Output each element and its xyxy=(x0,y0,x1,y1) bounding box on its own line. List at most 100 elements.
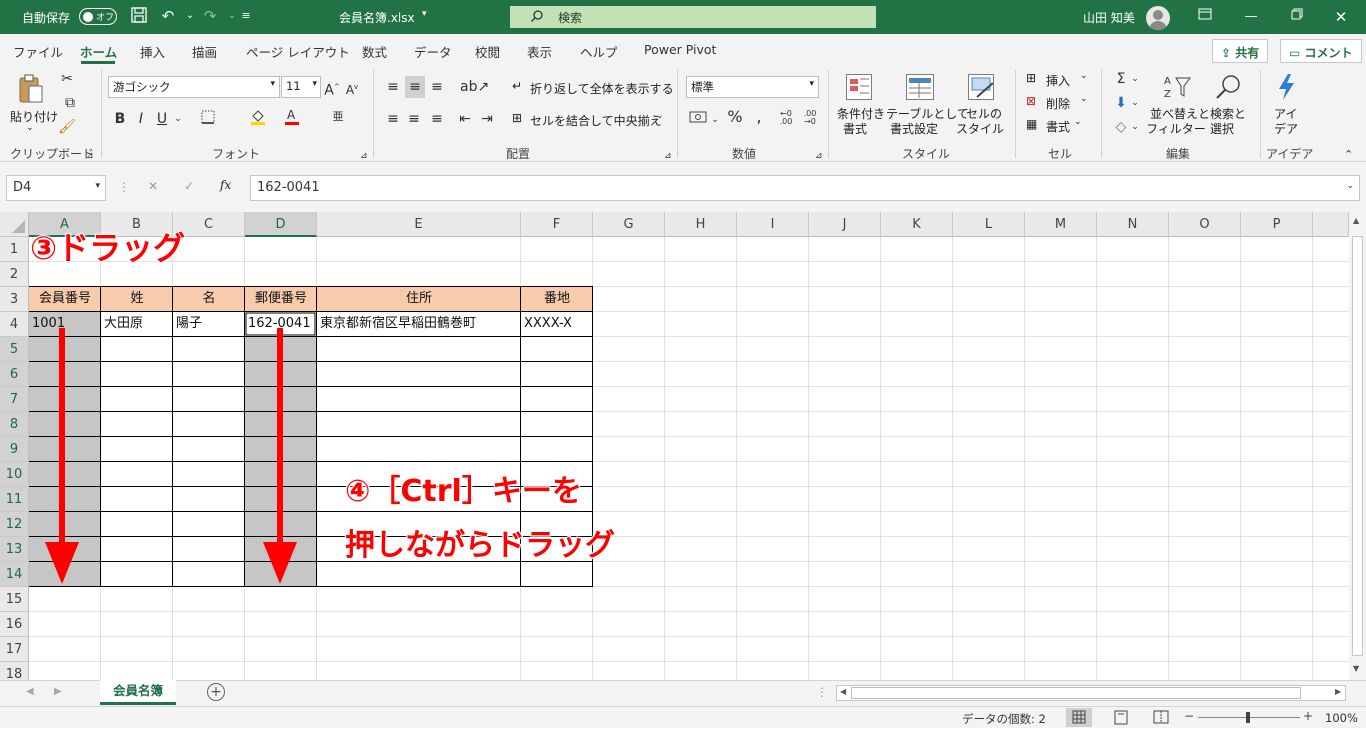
sheet-tab-members[interactable]: 会員名簿 xyxy=(100,680,176,705)
restore-icon[interactable] xyxy=(1282,6,1312,28)
increase-decimal-icon[interactable]: ←0.00 xyxy=(776,110,796,126)
italic-icon[interactable]: I xyxy=(133,110,149,128)
tab-power-pivot[interactable]: Power Pivot xyxy=(644,42,716,57)
align-top-icon[interactable]: ≡ xyxy=(384,78,402,96)
align-bottom-icon[interactable]: ≡ xyxy=(428,78,446,96)
horizontal-scrollbar[interactable]: ◀ ▶ xyxy=(836,685,1346,701)
scroll-right-icon[interactable]: ▶ xyxy=(1335,687,1341,696)
search-box[interactable]: 検索 xyxy=(510,6,876,28)
tab-page-layout[interactable]: ページ レイアウト xyxy=(246,42,350,61)
tab-file[interactable]: ファイル xyxy=(13,42,63,61)
number-format-select[interactable]: 標準 ▾ xyxy=(686,76,819,98)
scroll-up-icon[interactable]: ▲ xyxy=(1353,216,1359,225)
customize-qat-icon[interactable]: ≡ xyxy=(236,6,256,26)
fill-dropdown-icon[interactable]: ⌄ xyxy=(1130,94,1140,112)
vertical-scrollbar[interactable]: ▲ ▼ xyxy=(1349,212,1366,680)
clear-dropdown-icon[interactable]: ⌄ xyxy=(1130,118,1140,136)
avatar[interactable] xyxy=(1146,6,1170,30)
column-header-k[interactable]: K xyxy=(881,212,953,237)
next-sheet-icon[interactable]: ▶ xyxy=(54,686,62,697)
column-header-j[interactable]: J xyxy=(809,212,881,237)
comma-style-icon[interactable]: , xyxy=(750,108,768,126)
tab-view[interactable]: 表示 xyxy=(527,42,552,61)
fill-icon[interactable]: ⬇ xyxy=(1112,94,1130,112)
page-layout-view-icon[interactable] xyxy=(1110,708,1132,727)
cell-styles-button[interactable]: セルの スタイル xyxy=(954,70,1008,142)
page-break-view-icon[interactable] xyxy=(1150,708,1172,727)
format-as-table-button[interactable]: テーブルとして 書式設定 xyxy=(886,70,969,142)
phonetic-icon[interactable]: 亜 xyxy=(328,108,348,126)
wrap-text-button[interactable]: ↵ 折り返して全体を表示する xyxy=(512,78,674,98)
underline-icon[interactable]: U xyxy=(154,110,170,128)
cancel-icon[interactable]: ✕ xyxy=(148,179,158,193)
comment-button[interactable]: ▭ コメント xyxy=(1280,39,1362,63)
cut-icon[interactable]: ✂ xyxy=(58,70,76,88)
copy-icon[interactable]: ⧉ xyxy=(58,94,82,112)
filename-dropdown-icon[interactable]: ▾ xyxy=(422,9,427,19)
format-painter-icon[interactable]: 🖌 xyxy=(58,118,76,136)
accounting-dropdown-icon[interactable]: ⌄ xyxy=(710,111,720,129)
align-left-icon[interactable]: ≡ xyxy=(384,110,402,128)
ideas-button[interactable]: アイ デア xyxy=(1266,70,1306,142)
row-header-16[interactable]: 16 xyxy=(0,612,29,637)
align-center-icon[interactable]: ≡ xyxy=(405,110,423,128)
column-header-m[interactable]: M xyxy=(1025,212,1097,237)
insert-function-icon[interactable]: fx xyxy=(220,178,231,192)
zoom-level[interactable]: 100% xyxy=(1325,711,1358,725)
row-header-18[interactable]: 18 xyxy=(0,662,29,680)
orientation-icon[interactable]: ab↗ xyxy=(460,78,489,96)
underline-dropdown-icon[interactable]: ⌄ xyxy=(172,110,184,128)
close-icon[interactable]: ✕ xyxy=(1326,6,1356,28)
ribbon-display-icon[interactable] xyxy=(1190,6,1220,28)
increase-font-icon[interactable]: A^ xyxy=(324,78,340,100)
conditional-formatting-button[interactable]: 条件付き 書式 xyxy=(834,70,886,142)
decrease-indent-icon[interactable]: ⇤ xyxy=(456,110,474,128)
decrease-decimal-icon[interactable]: .00 →0 xyxy=(800,110,820,126)
tab-split-handle-icon[interactable]: ⋮ xyxy=(816,685,828,699)
borders-icon[interactable] xyxy=(198,110,218,129)
share-button[interactable]: ⇪ 共有 xyxy=(1212,39,1269,63)
find-select-button[interactable]: 検索と 選択 xyxy=(1206,70,1254,142)
worksheet-grid[interactable]: 会員番号 姓 名 郵便番号 住所 番地 1001 大田原 陽子 162-0041… xyxy=(0,212,1366,680)
font-name-select[interactable]: 游ゴシック ▾ xyxy=(108,76,280,98)
scroll-down-icon[interactable]: ▼ xyxy=(1353,664,1359,673)
decrease-font-icon[interactable]: Av xyxy=(344,78,360,99)
row-header-17[interactable]: 17 xyxy=(0,637,29,662)
prev-sheet-icon[interactable]: ◀ xyxy=(26,686,34,697)
column-header-g[interactable]: G xyxy=(593,212,665,237)
percent-icon[interactable]: % xyxy=(726,108,744,126)
clear-icon[interactable]: ◇ xyxy=(1112,118,1130,136)
column-header-l[interactable]: L xyxy=(953,212,1025,237)
merge-center-button[interactable]: ⊞ セルを結合して中央揃え ⌄ xyxy=(512,110,672,130)
horizontal-scroll-thumb[interactable] xyxy=(851,687,1301,699)
tab-review[interactable]: 校閲 xyxy=(475,42,500,61)
zoom-out-icon[interactable]: − xyxy=(1184,709,1194,723)
autosave-toggle[interactable]: オフ xyxy=(79,8,117,25)
tab-home[interactable]: ホーム xyxy=(80,42,117,61)
column-header-o[interactable]: O xyxy=(1169,212,1241,237)
column-header-n[interactable]: N xyxy=(1097,212,1169,237)
undo-icon[interactable]: ↶ xyxy=(158,6,178,26)
font-color-icon[interactable]: A xyxy=(282,108,302,131)
tab-draw[interactable]: 描画 xyxy=(192,42,217,61)
column-header-h[interactable]: H xyxy=(665,212,737,237)
tab-help[interactable]: ヘルプ xyxy=(580,42,618,61)
sort-filter-button[interactable]: AZ 並べ替えと フィルター xyxy=(1146,70,1210,142)
redo-icon[interactable]: ↷ xyxy=(200,6,220,26)
fill-color-icon[interactable] xyxy=(248,108,268,131)
align-middle-icon[interactable]: ≡ xyxy=(405,76,425,98)
increase-indent-icon[interactable]: ⇥ xyxy=(478,110,496,128)
zoom-in-icon[interactable]: + xyxy=(1303,709,1313,723)
enter-icon[interactable]: ✓ xyxy=(184,179,194,193)
tab-insert[interactable]: 挿入 xyxy=(140,42,165,61)
add-sheet-icon[interactable]: + xyxy=(207,683,225,701)
name-box[interactable]: D4 ▾ xyxy=(6,175,106,201)
formula-input[interactable]: 162-0041 ⌄ xyxy=(250,175,1360,201)
undo-dropdown-icon[interactable]: ⌄ xyxy=(180,6,200,26)
insert-cells-button[interactable]: ⊞ 挿入 ⌄ xyxy=(1026,70,1090,90)
file-name[interactable]: 会員名簿.xlsx xyxy=(339,9,415,26)
normal-view-icon[interactable] xyxy=(1066,708,1092,727)
vertical-scroll-thumb[interactable] xyxy=(1352,236,1363,656)
autosum-dropdown-icon[interactable]: ⌄ xyxy=(1130,70,1140,88)
font-size-select[interactable]: 11 ▾ xyxy=(281,76,321,98)
